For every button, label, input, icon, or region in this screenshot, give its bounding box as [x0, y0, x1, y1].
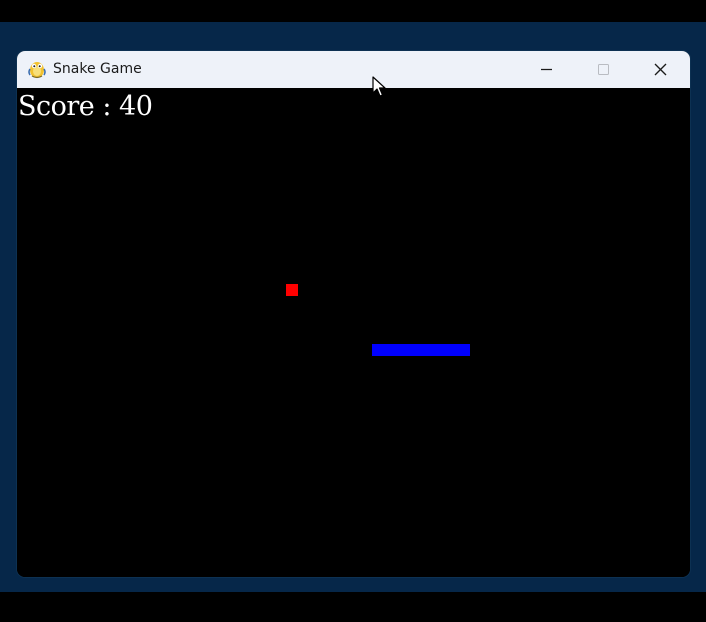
title-bar[interactable]: Snake Game — [17, 51, 690, 88]
maximize-button[interactable] — [580, 51, 626, 88]
game-canvas[interactable]: Score : 40 — [17, 88, 690, 577]
close-button[interactable] — [637, 51, 683, 88]
game-window: Snake Game Score : 40 — [17, 51, 690, 577]
snake-body — [372, 344, 470, 356]
mouse-cursor-icon — [372, 76, 386, 98]
window-title: Snake Game — [53, 61, 142, 77]
score-display: Score : 40 — [18, 91, 153, 122]
food-pellet — [286, 284, 298, 296]
minimize-button[interactable] — [523, 51, 569, 88]
pygame-snake-icon — [27, 59, 47, 79]
